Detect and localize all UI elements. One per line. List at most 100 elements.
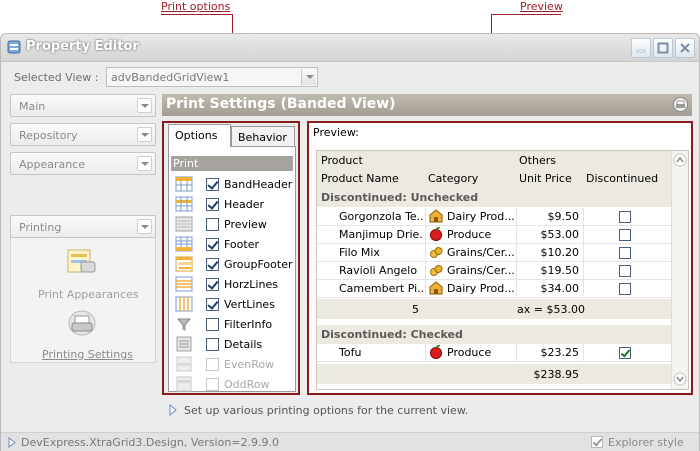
product-name-cell: Tofu [339, 346, 362, 359]
filter-icon [176, 318, 192, 331]
horzlines-checkbox[interactable] [206, 278, 219, 291]
category-text: Dairy Prod... [447, 210, 515, 223]
odd-row-icon [176, 376, 192, 392]
product-name-cell: Filo Mix [339, 246, 380, 259]
dairy-icon [429, 209, 443, 223]
group-row[interactable]: Discontinued: Unchecked [317, 188, 672, 207]
explorer-style-checkbox[interactable] [591, 436, 603, 448]
option-details[interactable]: Details [173, 334, 297, 354]
discontinued-checkbox[interactable] [619, 211, 631, 223]
option-evenrow[interactable]: EvenRow [173, 354, 297, 374]
category-cell: Grains/Cer... [429, 262, 517, 280]
table-row[interactable]: Manjimup Drie... Produce $53.00 [317, 226, 672, 244]
groupfooter-checkbox[interactable] [206, 258, 219, 271]
chevron-down-icon[interactable] [137, 156, 152, 171]
column-category[interactable]: Category [428, 172, 478, 185]
details-checkbox[interactable] [206, 338, 219, 351]
status-bar: DevExpress.XtraGrid3.Design, Version=2.9… [1, 432, 699, 451]
header-icon [175, 196, 193, 212]
category-cell: Grains/Cer... [429, 244, 517, 262]
discontinued-cell [619, 208, 635, 226]
footer-checkbox[interactable] [206, 238, 219, 251]
nav-item-label: Appearance [19, 158, 86, 171]
discontinued-checkbox[interactable] [619, 283, 631, 295]
chevron-down-icon[interactable] [301, 69, 316, 85]
band-others: Others [519, 154, 556, 167]
printing-settings-link[interactable]: Printing Settings [42, 348, 133, 361]
bandheader-checkbox[interactable] [206, 178, 219, 191]
close-button[interactable] [675, 38, 695, 58]
category-text: Grains/Cer... [447, 246, 515, 259]
option-label: BandHeader [224, 178, 293, 191]
discontinued-checkbox[interactable] [619, 247, 631, 259]
group-row[interactable]: Discontinued: Checked [317, 325, 672, 344]
category-cell: Dairy Prod... [429, 208, 517, 226]
maximize-button[interactable] [653, 38, 673, 58]
produce-icon [430, 227, 442, 241]
evenrow-checkbox[interactable] [206, 358, 219, 371]
print-options-callout: Print options [161, 0, 231, 13]
footer-icon [175, 236, 193, 252]
chevron-down-icon[interactable] [137, 98, 152, 113]
option-groupfooter[interactable]: GroupFooter [173, 254, 297, 274]
option-label: Details [224, 338, 263, 351]
title-bar[interactable]: Property Editor [1, 34, 699, 62]
discontinued-cell [619, 344, 635, 362]
header-checkbox[interactable] [206, 198, 219, 211]
filterinfo-checkbox[interactable] [206, 318, 219, 331]
tab-options[interactable]: Options [168, 124, 231, 147]
minimize-button[interactable] [631, 38, 651, 58]
window-title: Property Editor [26, 39, 139, 54]
column-product-name[interactable]: Product Name [321, 172, 399, 185]
oddrow-checkbox[interactable] [206, 378, 219, 391]
preview-grid[interactable]: Product Others Product Name Category Uni… [316, 150, 689, 390]
print-appearances-link[interactable]: Print Appearances [38, 288, 139, 301]
table-row[interactable]: Filo Mix Grains/Cer... $10.20 [317, 244, 672, 262]
tab-behavior[interactable]: Behavior [231, 126, 295, 147]
status-arrow-icon [8, 437, 16, 448]
option-preview[interactable]: Preview [173, 214, 297, 234]
discontinued-checkbox[interactable] [619, 347, 631, 359]
nav-item-repository[interactable]: Repository [10, 123, 156, 146]
option-filterinfo[interactable]: FilterInfo [173, 314, 297, 334]
option-header[interactable]: Header [173, 194, 297, 214]
table-row[interactable]: Camembert Pi... Dairy Prod... $34.00 [317, 280, 672, 298]
grains-icon [430, 247, 443, 258]
vertical-scrollbar[interactable] [671, 151, 688, 389]
hint-arrow-icon [169, 404, 177, 416]
option-bandheader[interactable]: BandHeader [173, 174, 297, 194]
nav-item-printing[interactable]: Printing [10, 215, 156, 238]
vertlines-checkbox[interactable] [206, 298, 219, 311]
scroll-up-icon[interactable] [673, 153, 687, 167]
maximize-icon [657, 42, 669, 54]
price-cell: $10.20 [540, 246, 580, 259]
category-cell: Dairy Prod... [429, 280, 517, 298]
scroll-down-icon[interactable] [673, 372, 687, 386]
chevron-down-icon[interactable] [137, 127, 152, 142]
column-unit-price[interactable]: Unit Price [519, 172, 572, 185]
horz-lines-icon [175, 276, 193, 292]
table-row[interactable]: Ravioli Angelo Grains/Cer... $19.50 [317, 262, 672, 280]
dairy-icon [429, 281, 443, 295]
selected-view-combo[interactable]: advBandedGridView1 [106, 67, 318, 87]
option-oddrow[interactable]: OddRow [173, 374, 297, 394]
nav-item-appearance[interactable]: Appearance [10, 152, 156, 175]
printer-icon[interactable] [673, 97, 688, 112]
option-footer[interactable]: Footer [173, 234, 297, 254]
selected-view-label: Selected View : [14, 71, 99, 84]
column-discontinued[interactable]: Discontinued [586, 172, 658, 185]
discontinued-checkbox[interactable] [619, 229, 631, 241]
nav-printing-panel: Printing Print Appearances Printing Sett… [10, 215, 156, 363]
chevron-down-icon[interactable] [137, 219, 152, 234]
product-name-cell: Ravioli Angelo [339, 264, 418, 277]
produce-icon [430, 345, 442, 359]
discontinued-checkbox[interactable] [619, 265, 631, 277]
option-horzlines[interactable]: HorzLines [173, 274, 297, 294]
table-row[interactable]: Gorgonzola Te... Dairy Prod... $9.50 [317, 208, 672, 226]
nav-item-main[interactable]: Main [10, 94, 156, 117]
table-row[interactable]: Tofu Produce $23.25 [317, 344, 672, 362]
option-vertlines[interactable]: VertLines [173, 294, 297, 314]
band-header-icon [175, 176, 193, 192]
product-name-cell: Camembert Pi... [339, 282, 423, 295]
preview-checkbox[interactable] [206, 218, 219, 231]
